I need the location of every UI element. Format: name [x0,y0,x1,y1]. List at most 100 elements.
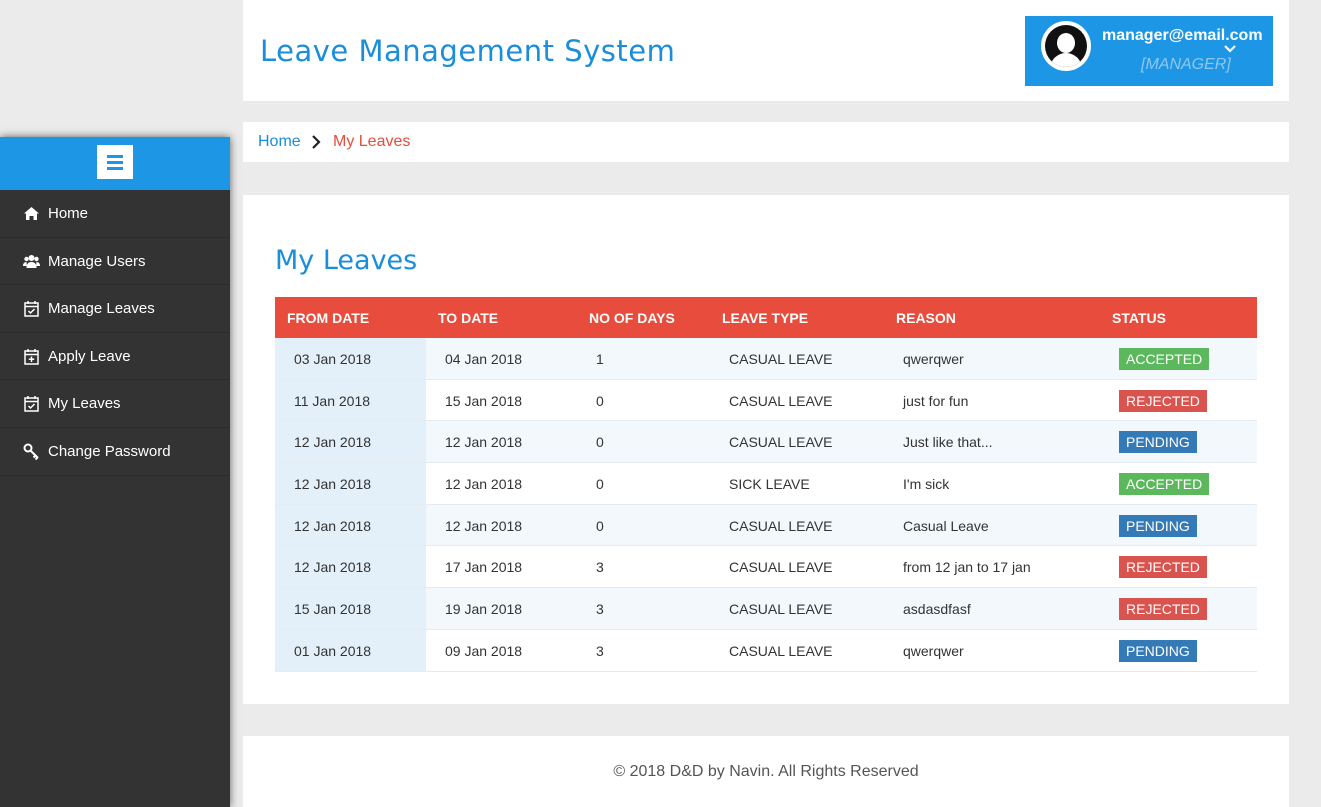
sidebar-item-label: Manage Leaves [48,300,155,318]
chevron-right-icon [310,134,322,155]
cell-leave-type: CASUAL LEAVE [729,601,833,618]
table-row: 11 Jan 2018 15 Jan 2018 0 CASUAL LEAVE just … [275,379,1257,422]
sidebar-item-my-leaves[interactable]: My Leaves [0,380,230,428]
cell-from-date: 03 Jan 2018 [294,351,372,367]
column-header-status: STATUS [1112,310,1166,326]
cell-from-date: 12 Jan 2018 [294,434,372,451]
cell-from-date: 15 Jan 2018 [294,601,372,618]
sidebar-item-label: My Leaves [48,395,121,413]
cell-leave-type: SICK LEAVE [729,476,810,493]
cell-days: 3 [596,559,604,576]
sidebar-item-apply-leave[interactable]: Apply Leave [0,333,230,381]
table-body: 03 Jan 2018 04 Jan 2018 1 CASUAL LEAVE qwerq… [275,338,1257,672]
cell-reason: qwerqwer [903,351,964,367]
status-badge: PENDING [1119,514,1197,537]
cell-leave-type: CASUAL LEAVE [729,559,833,576]
status-badge: REJECTED [1119,598,1207,621]
table-row: 03 Jan 2018 04 Jan 2018 1 CASUAL LEAVE qwerq… [275,338,1257,380]
user-menu[interactable]: manager@email.com [MANAGER] [1025,16,1273,86]
cell-reason: I'm sick [903,476,950,493]
cell-leave-type: CASUAL LEAVE [729,351,833,367]
cell-days: 3 [596,601,604,618]
app-title: Leave Management System [260,34,676,68]
calendar-check-icon [23,395,40,413]
sidebar-item-home[interactable]: Home [0,190,230,238]
column-header-leave-type: LEAVE TYPE [722,310,809,326]
user-role: [MANAGER] [1141,56,1231,73]
table-row: 12 Jan 2018 17 Jan 2018 3 CASUAL LEAVE from … [275,546,1257,589]
copyright-text: © 2018 D&D by Navin. All Rights Reserved [613,763,919,780]
cell-from-date: 11 Jan 2018 [294,392,371,409]
cell-days: 1 [596,351,604,367]
cell-reason: asdasdfasf [903,601,971,618]
column-header-from-date: FROM DATE [287,310,370,326]
cell-days: 0 [596,434,604,451]
status-badge: REJECTED [1119,389,1207,412]
sidebar-item-label: Apply Leave [48,347,131,365]
cell-reason: just for fun [903,392,969,409]
sidebar-item-manage-users[interactable]: Manage Users [0,238,230,286]
sidebar-item-label: Change Password [48,442,171,460]
menu-toggle-button[interactable] [97,145,133,179]
column-header-reason: REASON [896,310,956,326]
cell-to-date: 12 Jan 2018 [445,517,523,534]
cell-from-date: 12 Jan 2018 [294,476,372,493]
status-badge: ACCEPTED [1119,348,1210,370]
calendar-check-icon [23,300,40,317]
cell-reason: qwerqwer [903,642,964,659]
cell-days: 0 [596,392,604,409]
table-header: FROM DATE TO DATE NO OF DAYS LEAVE TYPE … [275,297,1257,338]
table-row: 12 Jan 2018 12 Jan 2018 0 SICK LEAVE I'm sic… [275,463,1257,505]
user-email: manager@email.com [1102,27,1263,44]
status-badge: ACCEPTED [1119,473,1210,496]
breadcrumb-current: My Leaves [333,133,411,150]
sidebar-item-label: Home [48,205,89,222]
sidebar-item-manage-leaves[interactable]: Manage Leaves [0,285,230,333]
cell-days: 3 [596,642,604,659]
table-row: 12 Jan 2018 12 Jan 2018 0 CASUAL LEAVE Casua… [275,504,1257,547]
cell-to-date: 19 Jan 2018 [445,601,523,618]
page-title: My Leaves [275,245,418,276]
sidebar-header [0,137,230,190]
cell-from-date: 01 Jan 2018 [294,642,372,659]
status-badge: PENDING [1119,639,1197,662]
top-header: Leave Management System manager@email.co… [243,0,1289,101]
main-panel: My Leaves FROM DATE TO DATE NO OF DAYS L… [243,195,1289,704]
cell-to-date: 04 Jan 2018 [445,351,523,367]
cell-leave-type: CASUAL LEAVE [729,642,833,659]
sidebar: Home Manage Users Manage Leaves Apply Le… [0,137,230,807]
sidebar-item-label: Manage Users [48,252,146,270]
key-icon [23,443,40,461]
column-header-days: NO OF DAYS [589,310,675,326]
leaves-table: FROM DATE TO DATE NO OF DAYS LEAVE TYPE … [275,297,1257,672]
cell-days: 0 [596,476,604,493]
users-icon [23,253,40,270]
table-row: 15 Jan 2018 19 Jan 2018 3 CASUAL LEAVE asdas… [275,588,1257,630]
cell-from-date: 12 Jan 2018 [294,559,372,576]
status-badge: PENDING [1119,431,1197,454]
sidebar-item-change-password[interactable]: Change Password [0,428,230,476]
breadcrumb-home-link[interactable]: Home [258,133,301,151]
breadcrumb: Home My Leaves [243,122,1289,162]
column-header-to-date: TO DATE [438,310,499,326]
table-row: 12 Jan 2018 12 Jan 2018 0 CASUAL LEAVE Just … [275,421,1257,464]
status-badge: REJECTED [1119,556,1207,579]
cell-reason: from 12 jan to 17 jan [903,559,1031,576]
footer: © 2018 D&D by Navin. All Rights Reserved [243,736,1289,807]
user-icon [1045,25,1087,67]
chevron-down-icon[interactable] [1223,41,1237,59]
calendar-plus-icon [23,348,40,365]
cell-to-date: 12 Jan 2018 [445,476,523,493]
avatar[interactable] [1041,21,1091,71]
cell-leave-type: CASUAL LEAVE [729,434,833,451]
cell-leave-type: CASUAL LEAVE [729,517,833,534]
home-icon [23,205,40,222]
cell-to-date: 15 Jan 2018 [445,392,523,409]
cell-to-date: 12 Jan 2018 [445,434,523,451]
cell-reason: Just like that... [903,434,993,451]
cell-days: 0 [596,517,604,534]
cell-leave-type: CASUAL LEAVE [729,392,833,409]
cell-to-date: 09 Jan 2018 [445,642,523,659]
cell-from-date: 12 Jan 2018 [294,517,372,534]
cell-to-date: 17 Jan 2018 [445,559,523,576]
